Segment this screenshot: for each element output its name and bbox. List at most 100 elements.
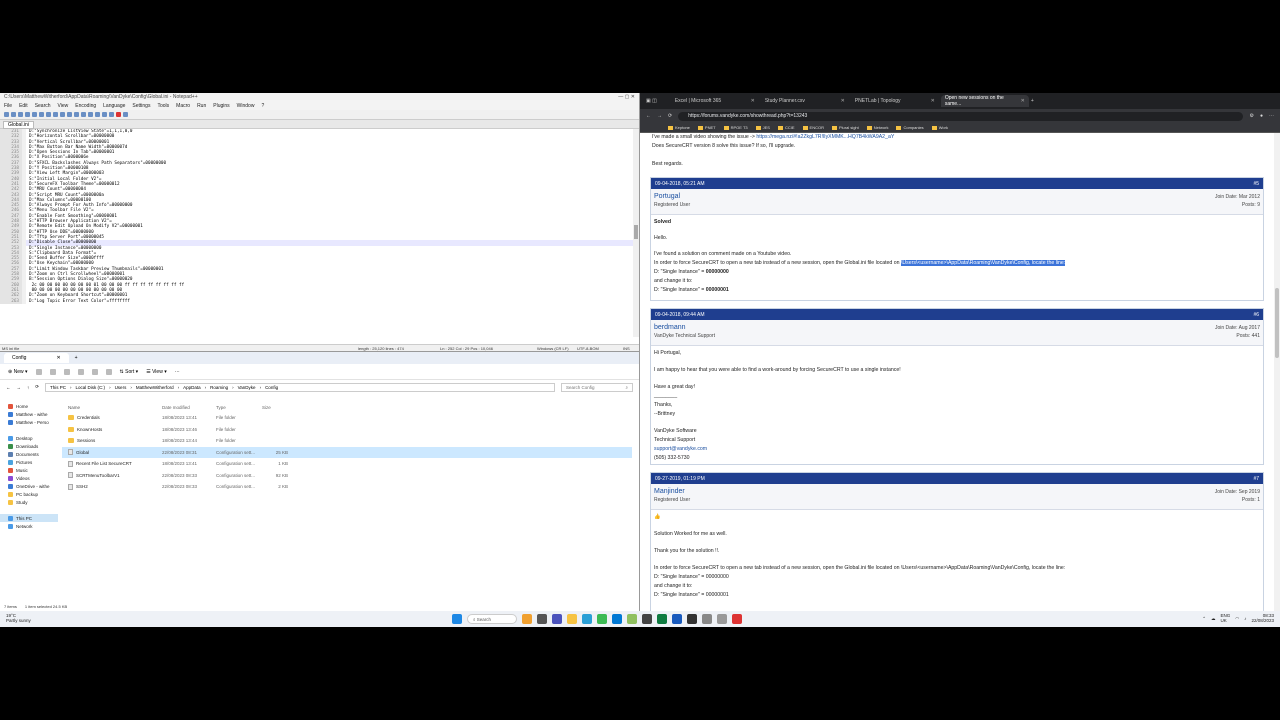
volume-icon[interactable]: ♪ bbox=[1244, 616, 1246, 621]
forward-icon[interactable]: → bbox=[657, 113, 662, 119]
breadcrumb-segment[interactable]: Local Disk (C:) bbox=[76, 385, 106, 390]
file-row[interactable]: Sessions 18/08/2023 13:44 File folder bbox=[62, 435, 632, 447]
close-icon[interactable] bbox=[32, 112, 37, 117]
breadcrumb-segment[interactable]: Users bbox=[115, 385, 127, 390]
rename-icon[interactable] bbox=[77, 368, 84, 375]
nav-item[interactable]: PC backup bbox=[0, 490, 58, 498]
menu-item[interactable]: Encoding bbox=[75, 103, 96, 109]
bookmark-folder[interactable]: Plural sight bbox=[832, 125, 859, 130]
app-icon[interactable] bbox=[717, 614, 727, 624]
explorer-tab-config[interactable]: Config ✕ bbox=[4, 353, 69, 363]
terminal-icon[interactable] bbox=[687, 614, 697, 624]
zoom-in-icon[interactable] bbox=[95, 112, 100, 117]
browser-tab[interactable]: Open new sessions on the same... ✕ bbox=[940, 95, 1029, 107]
close-tab-icon[interactable]: ✕ bbox=[841, 98, 845, 104]
browser-tab[interactable]: PNETLab | Topology ✕ bbox=[851, 95, 939, 107]
bookmark-folder[interactable]: RPOE T3 bbox=[724, 125, 748, 130]
bookmark-folder[interactable]: Network bbox=[867, 125, 889, 130]
taskbar-search[interactable]: ⌕ Search bbox=[467, 614, 517, 624]
start-icon[interactable] bbox=[452, 614, 462, 624]
breadcrumb-segment[interactable]: Config bbox=[265, 385, 278, 390]
refresh-icon[interactable]: ⟳ bbox=[668, 113, 672, 119]
back-icon[interactable]: ← bbox=[6, 385, 11, 390]
nav-item[interactable]: Matthew - Perso bbox=[0, 418, 58, 426]
url-bar[interactable]: https://forums.vandyke.com/showthread.ph… bbox=[678, 111, 1244, 121]
app-icon[interactable] bbox=[702, 614, 712, 624]
file-row[interactable]: Credentials 18/08/2023 13:41 File folder bbox=[62, 412, 632, 424]
column-type[interactable]: Type bbox=[216, 405, 262, 410]
browser-tab[interactable]: Study Planner.csv ✕ bbox=[761, 95, 849, 107]
weather-widget[interactable]: 19°C Partly sunny bbox=[6, 613, 31, 623]
wifi-icon[interactable]: ◠ bbox=[1235, 616, 1239, 621]
menu-item[interactable]: Run bbox=[197, 103, 206, 109]
window-controls[interactable]: — ▢ ✕ bbox=[618, 94, 635, 101]
language-indicator[interactable]: ENG UK bbox=[1221, 613, 1231, 623]
excel-icon[interactable] bbox=[657, 614, 667, 624]
code-editor[interactable]: 231 D:"Synchronize ListView State"=1,1,1,… bbox=[0, 129, 633, 337]
file-row[interactable]: Global 22/08/2023 08:31 Configuration sett… bbox=[62, 446, 632, 458]
zoom-out-icon[interactable] bbox=[102, 112, 107, 117]
app-icon[interactable] bbox=[642, 614, 652, 624]
menu-item[interactable]: Search bbox=[35, 103, 51, 109]
bookmark-folder[interactable]: JES bbox=[756, 125, 770, 130]
column-date-modified[interactable]: Date modified bbox=[162, 405, 216, 410]
save-all-icon[interactable] bbox=[25, 112, 30, 117]
more-options-icon[interactable]: ··· bbox=[175, 369, 180, 375]
replace-icon[interactable] bbox=[88, 112, 93, 117]
post-number[interactable]: #5 bbox=[1253, 181, 1259, 187]
code-line[interactable]: 263 D:"Log Topic Error Text Color"=ffffff… bbox=[0, 298, 633, 304]
breadcrumb-segment[interactable]: AppData bbox=[183, 385, 201, 390]
new-button[interactable]: ⊕ New ▾ bbox=[8, 369, 28, 375]
bookmark-folder[interactable]: PNET bbox=[698, 125, 716, 130]
address-bar[interactable]: This PC › Local Disk (C:) › Users › MatthewWit… bbox=[45, 382, 555, 392]
cut-icon[interactable] bbox=[35, 368, 42, 375]
nav-item[interactable]: Videos bbox=[0, 474, 58, 482]
copy-icon[interactable] bbox=[49, 368, 56, 375]
word-icon[interactable] bbox=[672, 614, 682, 624]
close-tab-icon[interactable]: ✕ bbox=[751, 98, 755, 104]
column-name[interactable]: Name bbox=[62, 405, 162, 410]
breadcrumb-segment[interactable]: Roaming bbox=[210, 385, 228, 390]
nav-item[interactable]: Downloads bbox=[0, 442, 58, 450]
profile-icon[interactable]: ● bbox=[1260, 113, 1263, 119]
undo-icon[interactable] bbox=[67, 112, 72, 117]
breadcrumb-segment[interactable]: MatthewWitherford bbox=[136, 385, 174, 390]
paste-icon[interactable] bbox=[60, 112, 65, 117]
file-explorer-icon[interactable] bbox=[567, 614, 577, 624]
share-icon[interactable] bbox=[91, 368, 98, 375]
sort-button[interactable]: ⇅ Sort ▾ bbox=[120, 369, 139, 375]
up-icon[interactable]: ↑ bbox=[27, 385, 29, 390]
nav-item[interactable]: Pictures bbox=[0, 458, 58, 466]
nav-item[interactable]: Desktop bbox=[0, 434, 58, 442]
video-link[interactable]: https://mega.nz/#!a2ZkgL7R!lIyXMMK...HQ7… bbox=[756, 134, 894, 140]
tray-chevron-icon[interactable]: ⌃ bbox=[1202, 616, 1206, 621]
print-icon[interactable] bbox=[39, 112, 44, 117]
close-tab-icon[interactable]: ✕ bbox=[56, 355, 60, 361]
play-macro-icon[interactable] bbox=[123, 112, 128, 117]
username-link[interactable]: Manjinder bbox=[654, 488, 690, 495]
scrollbar-thumb[interactable] bbox=[1275, 288, 1279, 358]
editor-scrollbar[interactable] bbox=[633, 129, 639, 337]
redo-icon[interactable] bbox=[74, 112, 79, 117]
open-icon[interactable] bbox=[11, 112, 16, 117]
close-tab-icon[interactable]: ✕ bbox=[1021, 98, 1025, 104]
delete-icon[interactable] bbox=[105, 368, 112, 375]
menu-item[interactable]: Window bbox=[237, 103, 255, 109]
menu-item[interactable]: Language bbox=[103, 103, 125, 109]
bookmark-folder[interactable]: Work bbox=[932, 125, 948, 130]
menu-item[interactable]: Tools bbox=[157, 103, 169, 109]
recording-icon[interactable] bbox=[732, 614, 742, 624]
menu-item[interactable]: Settings bbox=[132, 103, 150, 109]
breadcrumb-segment[interactable]: This PC bbox=[50, 385, 66, 390]
notepadpp-icon[interactable] bbox=[627, 614, 637, 624]
menu-item[interactable]: ? bbox=[261, 103, 264, 109]
nav-item[interactable]: Documents bbox=[0, 450, 58, 458]
nav-item[interactable]: Study bbox=[0, 498, 58, 506]
nav-item[interactable]: Music bbox=[0, 466, 58, 474]
view-button[interactable]: ☰ View ▾ bbox=[146, 369, 167, 375]
bookmark-folder[interactable]: CCIE bbox=[778, 125, 795, 130]
menu-item[interactable]: Edit bbox=[19, 103, 28, 109]
new-tab-icon[interactable]: + bbox=[75, 355, 78, 361]
username-link[interactable]: Portugal bbox=[654, 193, 690, 200]
page-scrollbar[interactable] bbox=[1274, 133, 1280, 611]
